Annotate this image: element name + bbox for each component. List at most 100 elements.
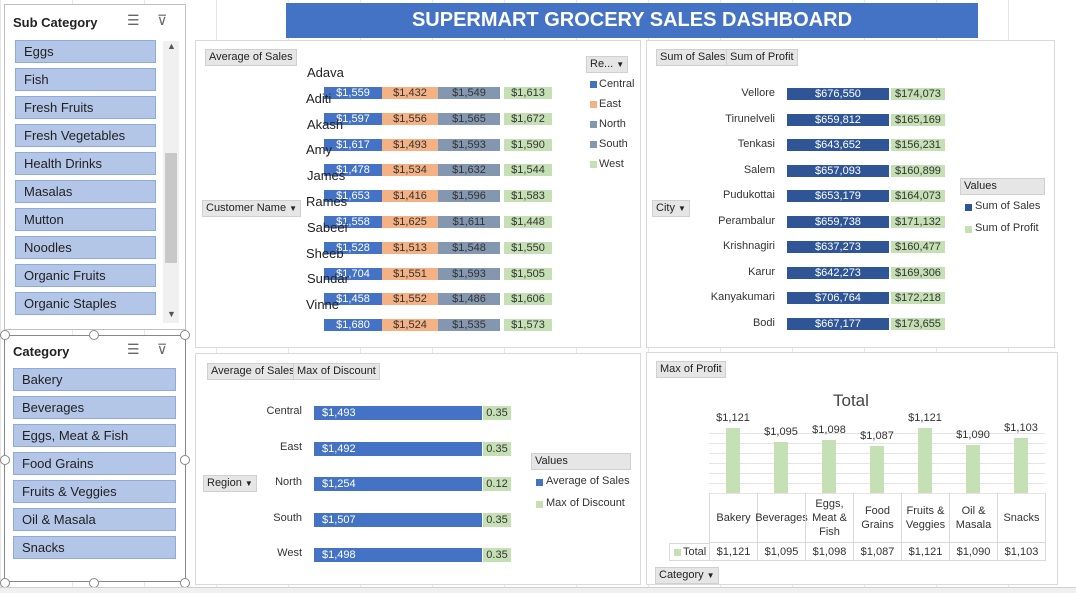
legend-swatch — [590, 101, 597, 108]
slicer-item-beverages[interactable]: Beverages — [13, 396, 176, 419]
slicer-item-eggs-meat-fish[interactable]: Eggs, Meat & Fish — [13, 424, 176, 447]
profit-data-label: $1,103 — [1004, 421, 1038, 434]
region-sales-discount-chart-panel[interactable]: Average of Sales Max of Discount Region ▼… — [195, 353, 641, 585]
clear-filter-icon[interactable]: ⊽ — [157, 341, 167, 358]
total-row-value: $1,121 — [901, 543, 949, 561]
category-profit-chart-panel[interactable]: Max of Profit Total Category ▼ $1,121 Bake… — [646, 352, 1058, 585]
region-label: West — [277, 547, 302, 559]
city-sales-profit-chart-panel[interactable]: Sum of Sales Sum of Profit City ▼ Values … — [646, 40, 1055, 348]
average-of-sales-bar: $1,507 — [314, 512, 482, 527]
customer-region-bar-segment: $1,672 — [504, 112, 552, 125]
slicer-item-organic-fruits[interactable]: Organic Fruits — [15, 264, 156, 287]
sum-of-profit-tag[interactable]: Sum of Profit — [726, 49, 798, 66]
customer-region-bar-segment: $1,552 — [382, 293, 438, 306]
customer-sales-chart-panel[interactable]: Average of Sales Customer Name ▼ Re... ▼ A… — [195, 40, 641, 348]
category-slicer[interactable]: Category ☰ ⊽ Bakery Beverages Eggs, Meat &… — [4, 335, 186, 582]
clear-filter-icon[interactable]: ⊽ — [157, 12, 167, 29]
slicer-item-masalas[interactable]: Masalas — [15, 180, 156, 203]
slicer-item-oil-masala[interactable]: Oil & Masala — [13, 508, 176, 531]
customer-region-bar-segment: $1,632 — [438, 164, 500, 177]
customer-region-bar-segment: $1,551 — [382, 267, 438, 280]
sum-of-sales-bar: $637,273 — [787, 241, 889, 253]
customer-region-bar-segment: $1,544 — [504, 164, 552, 177]
profit-data-label: $1,121 — [716, 411, 750, 424]
max-of-profit-tag[interactable]: Max of Profit — [656, 361, 726, 378]
scroll-down-icon[interactable]: ▼ — [167, 309, 176, 319]
profit-column — [966, 444, 980, 493]
total-row-value: $1,090 — [949, 543, 997, 561]
slicer-item-fresh-fruits[interactable]: Fresh Fruits — [15, 96, 156, 119]
sub-category-slicer[interactable]: Sub Category ☰ ⊽ Eggs Fish Fresh Fruits Fre… — [4, 4, 186, 330]
slicer-item-mutton[interactable]: Mutton — [15, 208, 156, 231]
max-of-discount-bar: 0.35 — [483, 441, 511, 456]
slicer-item-eggs[interactable]: Eggs — [15, 40, 156, 63]
customer-region-bar-segment: $1,548 — [438, 241, 500, 254]
max-of-discount-tag[interactable]: Max of Discount — [293, 363, 380, 380]
slicer-item-food-grains[interactable]: Food Grains — [13, 452, 176, 475]
sum-of-sales-bar: $642,273 — [787, 266, 889, 279]
sum-of-profit-bar: $160,899 — [891, 164, 945, 177]
multi-select-icon[interactable]: ☰ — [127, 12, 140, 29]
sum-of-sales-bar: $659,738 — [787, 215, 889, 228]
customer-region-bar-segment: $1,513 — [382, 241, 438, 254]
slicer-item-noodles[interactable]: Noodles — [15, 236, 156, 259]
sum-of-sales-bar: $667,177 — [787, 317, 889, 330]
filter-dropdown-icon[interactable]: ▼ — [289, 201, 297, 216]
resize-handle[interactable] — [0, 455, 10, 465]
resize-handle[interactable] — [0, 330, 10, 340]
category-axis-label: Fruits & Veggies — [901, 493, 949, 543]
slicer-item-snacks[interactable]: Snacks — [13, 536, 176, 559]
legend-label: North — [599, 118, 626, 130]
legend-label: South — [599, 138, 628, 150]
slicer-item-organic-staples[interactable]: Organic Staples — [15, 292, 156, 315]
multi-select-icon[interactable]: ☰ — [127, 341, 140, 358]
sum-of-sales-tag[interactable]: Sum of Sales — [656, 49, 730, 66]
dropdown-icon[interactable]: ▼ — [616, 57, 624, 72]
sum-of-profit-bar: $171,132 — [891, 215, 945, 228]
category-field-tag[interactable]: Category ▼ — [655, 567, 719, 584]
profit-data-label: $1,095 — [764, 425, 798, 438]
legend-swatch — [590, 141, 597, 148]
chart-title: Total — [833, 391, 869, 410]
scroll-thumb[interactable] — [165, 153, 177, 263]
customer-region-bar-segment: $1,559 — [324, 87, 382, 99]
slicer-item-fruits-veggies[interactable]: Fruits & Veggies — [13, 480, 176, 503]
customer-name-label: Sheeb — [306, 245, 344, 261]
value-field-tag[interactable]: Average of Sales — [205, 49, 297, 66]
slicer-item-health-drinks[interactable]: Health Drinks — [15, 152, 156, 175]
city-label: Krishnagiri — [723, 240, 775, 252]
customer-name-label: James — [307, 168, 346, 184]
customer-name-label: Sundar — [307, 271, 349, 287]
sub-category-slicer-title: Sub Category — [13, 15, 98, 30]
scroll-up-icon[interactable]: ▲ — [167, 41, 176, 51]
slicer-scrollbar[interactable]: ▲ ▼ — [163, 41, 179, 323]
customer-region-bar-segment: $1,596 — [438, 190, 500, 203]
sum-of-sales-bar: $643,652 — [787, 139, 889, 151]
slicer-item-fish[interactable]: Fish — [15, 68, 156, 91]
category-axis-label: Eggs, Meat & Fish — [805, 493, 853, 543]
slicer-item-fresh-vegetables[interactable]: Fresh Vegetables — [15, 124, 156, 147]
total-row-value: $1,103 — [997, 543, 1045, 561]
resize-handle[interactable] — [180, 330, 190, 340]
customer-region-bar-segment: $1,680 — [324, 319, 382, 332]
resize-handle[interactable] — [89, 330, 99, 340]
city-label: Pudukottai — [723, 189, 775, 201]
filter-dropdown-icon[interactable]: ▼ — [707, 568, 715, 583]
city-label: Vellore — [741, 87, 775, 99]
max-of-discount-bar: 0.12 — [483, 477, 511, 491]
sum-of-sales-bar: $659,812 — [787, 113, 889, 126]
region-legend-tag[interactable]: Re... ▼ — [586, 56, 629, 73]
legend-label: Sum of Sales — [975, 200, 1041, 212]
customer-region-bar-segment: $1,493 — [382, 138, 438, 151]
resize-handle[interactable] — [180, 455, 190, 465]
values-legend-title: Values — [960, 178, 1045, 195]
customer-region-bar-segment: $1,486 — [438, 293, 500, 306]
slicer-item-bakery[interactable]: Bakery — [13, 368, 176, 391]
customer-region-bar-segment: $1,416 — [382, 190, 438, 203]
customer-region-bar-segment: $1,606 — [504, 293, 552, 306]
average-of-sales-tag[interactable]: Average of Sales — [207, 363, 299, 380]
legend-label: Max of Discount — [546, 497, 625, 509]
values-legend-title: Values — [531, 453, 631, 470]
legend-swatch — [965, 204, 972, 211]
customer-name-field-tag[interactable]: Customer Name ▼ — [202, 200, 301, 217]
